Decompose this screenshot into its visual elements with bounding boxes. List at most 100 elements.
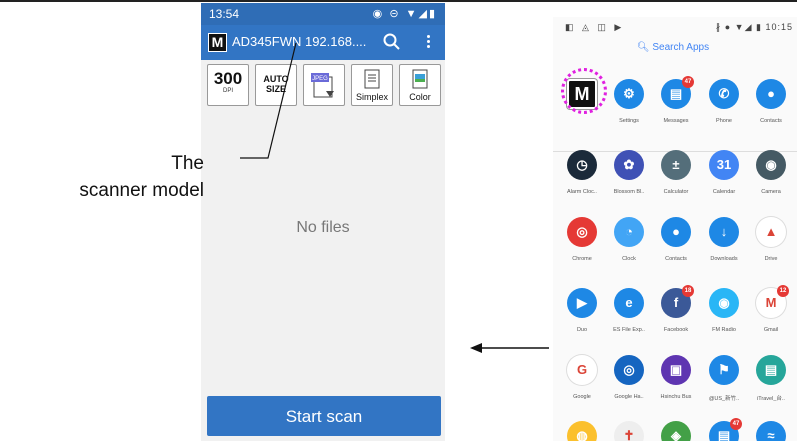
app-launcher-item[interactable]: ◍ [557, 421, 607, 441]
app-label: iTravel_台.. [757, 396, 785, 402]
app-icon: ≈ [756, 421, 786, 441]
app-launcher-item[interactable]: f 18 Facebook [651, 285, 701, 333]
app-launcher-item[interactable]: M 12 Gmail [746, 285, 796, 333]
status-bar-right: ◧ ◬ ◫ ▶ ∦ ● ▼◢ ▮ 10:15 [553, 17, 797, 37]
app-label: Clock [622, 256, 636, 262]
app-icon: ✿ [614, 150, 644, 180]
notification-badge: 18 [682, 285, 694, 297]
app-launcher-item[interactable]: ◷ Alarm Cloc.. [557, 150, 607, 195]
app-launcher-item[interactable]: ⚑ @US_新竹.. [699, 355, 749, 402]
autosize-line2: SIZE [265, 84, 286, 94]
app-label: Calculator [663, 189, 689, 195]
app-icon: e [614, 288, 644, 318]
app-icon: ▤ [756, 355, 786, 385]
start-scan-button[interactable]: Start scan [207, 396, 441, 436]
app-launcher-item[interactable]: ◔ Clock [604, 217, 654, 262]
app-icon: ◍ [567, 421, 597, 441]
dpi-value: 300 [213, 69, 243, 88]
app-label: Google Ha.. [614, 394, 644, 400]
app-icon: ◷ [567, 150, 597, 180]
scanner-app-highlight-circle [561, 68, 607, 114]
status-time: 13:54 [209, 7, 240, 21]
app-launcher-item[interactable]: ▤ 47 Messages [651, 76, 701, 124]
app-icon: ▣ [661, 355, 691, 385]
jpeg-file-icon: JPEG [311, 73, 334, 98]
app-launcher-item[interactable]: ▲ Drive [746, 217, 796, 262]
app-icon: ▶ [567, 288, 597, 318]
app-label: Downloads [710, 256, 738, 262]
app-launcher-item[interactable]: ▤ iTravel_台.. [746, 355, 796, 402]
app-launcher-item[interactable]: ◉ Camera [746, 150, 796, 195]
simplex-label: Simplex [355, 92, 388, 102]
app-launcher-item[interactable]: ± Calculator [651, 150, 701, 195]
app-launcher-item[interactable]: ● Contacts [746, 79, 796, 124]
app-launcher-item[interactable]: ◎ Google Ha.. [604, 355, 654, 400]
search-icon: 🔍︎ [636, 42, 653, 53]
app-label: Phone [716, 118, 732, 124]
dpi-unit: DPI [222, 88, 233, 94]
app-launcher-item[interactable]: ✝ [604, 421, 654, 441]
color-mode-icon [412, 69, 428, 89]
status-icons: ◉ ⊝ ▼◢▮ [372, 8, 437, 20]
app-launcher-item[interactable]: ✆ Phone [699, 79, 749, 124]
app-icon: 31 [709, 150, 739, 180]
app-icon: ◉ [756, 150, 786, 180]
simplex-button[interactable]: Simplex [351, 64, 393, 106]
file-format-button[interactable]: JPEG [303, 64, 345, 106]
app-launcher-item[interactable]: ↓ Downloads [699, 217, 749, 262]
app-icon: ◔ [614, 217, 644, 247]
app-icon: ◎ [614, 355, 644, 385]
scanner-model-label[interactable]: AD345FWN 192.168.... [232, 34, 366, 49]
app-launcher-item[interactable]: ◉ FM Radio [699, 288, 749, 333]
app-icon: ▤ 47 [661, 76, 694, 109]
app-label: Settings [619, 118, 639, 124]
app-label: Facebook [663, 327, 689, 333]
color-button[interactable]: Color [399, 64, 441, 106]
app-label: FM Radio [712, 327, 736, 333]
app-icon: ↓ [709, 217, 739, 247]
app-label: Contacts [760, 118, 782, 124]
autosize-button[interactable]: AUTO SIZE [255, 64, 297, 106]
app-launcher-item[interactable]: ▶ Duo [557, 288, 607, 333]
app-launcher-item[interactable]: G Google [557, 355, 607, 400]
app-launcher-item[interactable]: ▣ Hsinchu Bus [651, 355, 701, 400]
notification-badge: 47 [682, 76, 694, 88]
app-icon: M 12 [756, 285, 789, 318]
app-label: Blossom Bl.. [613, 189, 645, 195]
app-launcher-item[interactable]: ✿ Blossom Bl.. [604, 150, 654, 195]
app-icon: ▤ 47 [709, 418, 742, 441]
app-icon: G [567, 355, 597, 385]
app-launcher-item[interactable]: ⚙ Settings [604, 79, 654, 124]
app-icon: ✝ [614, 421, 644, 441]
app-icon: ▲ [756, 217, 786, 247]
app-label: Camera [761, 189, 781, 195]
overflow-menu-icon[interactable] [423, 33, 433, 53]
callout-line1: The [171, 153, 204, 174]
app-label: @US_新竹.. [708, 396, 740, 402]
search-apps-placeholder: Search Apps [652, 42, 710, 53]
search-apps-field[interactable]: 🔍︎ Search Apps [573, 39, 773, 57]
search-icon[interactable] [381, 31, 403, 53]
app-launcher-item[interactable]: ≈ [746, 421, 796, 441]
app-launcher-item[interactable]: ● Contacts [651, 217, 701, 262]
notification-badge: 47 [730, 418, 742, 430]
app-launcher-item[interactable]: e ES File Exp.. [604, 288, 654, 333]
app-icon: ◈ [661, 421, 691, 441]
app-launcher-item[interactable]: 31 Calendar [699, 150, 749, 195]
app-icon: ● [661, 217, 691, 247]
app-launcher-item[interactable]: ◈ [651, 421, 701, 441]
app-icon: ⚑ [709, 355, 739, 385]
app-launcher-item[interactable]: ▤ 47 [699, 418, 749, 441]
app-label: Drive [764, 256, 778, 262]
app-label: Google [573, 394, 591, 400]
app-label: Gmail [763, 327, 779, 333]
scanner-app-screen: 13:54 ◉ ⊝ ▼◢▮ M AD345FWN 192.168.... 300… [201, 3, 445, 441]
simplex-page-icon [364, 69, 380, 89]
empty-file-list-text: No files [296, 219, 350, 236]
app-icon: ● [756, 79, 786, 109]
autosize-line1: AUTO [263, 74, 289, 84]
app-icon: ± [661, 150, 691, 180]
app-launcher-item[interactable]: ◎ Chrome [557, 217, 607, 262]
status-notification-icons: ◧ ◬ ◫ ▶ [565, 22, 625, 32]
dpi-button[interactable]: 300 DPI [207, 64, 249, 106]
